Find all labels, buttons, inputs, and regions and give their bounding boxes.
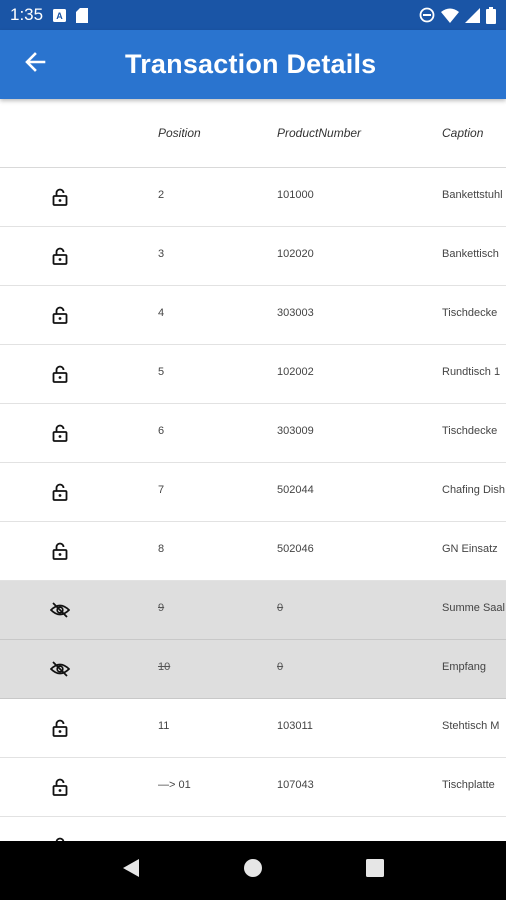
a-box-icon: A xyxy=(53,8,67,22)
cell-caption: Tischdecke xyxy=(442,425,498,437)
cell-position: 11 xyxy=(158,720,170,732)
table-row[interactable]: 4 303003 Tischdecke xyxy=(0,286,506,345)
lock-open-icon[interactable] xyxy=(50,187,70,207)
table-row[interactable]: 3 102020 Bankettisch xyxy=(0,227,506,286)
cell-position: 7 xyxy=(158,484,165,496)
lock-open-icon[interactable] xyxy=(50,777,70,797)
eye-off-icon[interactable] xyxy=(50,659,70,679)
signal-icon xyxy=(465,7,480,23)
cell-position: 9 xyxy=(158,602,165,614)
table-row[interactable]: 9 0 Summe Saal xyxy=(0,581,506,640)
battery-icon xyxy=(486,6,496,24)
lock-open-icon[interactable] xyxy=(50,246,70,266)
cell-caption: Empfang xyxy=(442,661,487,673)
cell-caption: Tischdecke xyxy=(442,307,498,319)
cell-position: 6 xyxy=(158,425,165,437)
status-bar: 1:35 A xyxy=(0,0,506,30)
cell-position: 5 xyxy=(158,366,165,378)
cell-position: 8 xyxy=(158,543,165,555)
cell-caption: Chafing Dish xyxy=(442,484,505,496)
cell-position: 3 xyxy=(158,248,165,260)
cell-product-number: 303009 xyxy=(277,425,314,437)
cell-product-number: 102020 xyxy=(277,248,314,260)
eye-off-icon[interactable] xyxy=(50,600,70,620)
table-row[interactable]: —> 01 107043 Tischplatte xyxy=(0,758,506,817)
back-triangle-icon xyxy=(122,858,140,883)
page-title: Transaction Details xyxy=(125,49,377,79)
sd-card-icon xyxy=(76,7,89,23)
cell-caption: Bankettisch xyxy=(442,248,499,260)
status-left: 1:35 A xyxy=(10,5,89,25)
table-row[interactable]: 11 103011 Stehtisch M xyxy=(0,699,506,758)
cell-product-number: 0 xyxy=(277,602,284,614)
status-right xyxy=(419,6,496,24)
cell-product-number: 101000 xyxy=(277,189,314,201)
lock-open-icon[interactable] xyxy=(50,482,70,502)
column-header-caption[interactable]: Caption xyxy=(442,126,483,140)
wifi-icon xyxy=(441,8,459,23)
lock-open-icon[interactable] xyxy=(50,541,70,561)
cell-caption: Rundtisch 1 xyxy=(442,366,501,378)
column-header-product-number[interactable]: ProductNumber xyxy=(277,126,361,140)
cell-product-number: 102002 xyxy=(277,366,314,378)
lock-open-icon[interactable] xyxy=(50,718,70,738)
table-header: Position ProductNumber Caption xyxy=(0,99,506,168)
cell-position: 4 xyxy=(158,307,165,319)
table-row[interactable] xyxy=(0,817,506,841)
svg-text:A: A xyxy=(56,11,63,21)
cell-caption: Summe Saal xyxy=(442,602,505,614)
cell-position: —> 01 xyxy=(158,779,191,791)
table-row[interactable]: 5 102002 Rundtisch 1 xyxy=(0,345,506,404)
arrow-left-icon xyxy=(24,51,46,78)
lock-open-icon[interactable] xyxy=(50,364,70,384)
recents-square-icon xyxy=(366,859,384,882)
cell-position: 2 xyxy=(158,189,165,201)
back-button[interactable] xyxy=(0,30,70,99)
system-nav-bar xyxy=(0,841,506,900)
nav-recents-button[interactable] xyxy=(355,851,395,891)
cell-caption: GN Einsatz xyxy=(442,543,498,555)
cell-product-number: 303003 xyxy=(277,307,314,319)
cell-caption: Bankettstuhl xyxy=(442,189,503,201)
cell-product-number: 0 xyxy=(277,661,284,673)
table-row[interactable]: 6 303009 Tischdecke xyxy=(0,404,506,463)
column-header-position[interactable]: Position xyxy=(158,126,201,140)
home-circle-icon xyxy=(243,858,263,883)
table-body: 2 101000 Bankettstuhl 3 102020 Bankettisch 4 30… xyxy=(0,168,506,841)
cell-product-number: 103011 xyxy=(277,720,313,732)
do-not-disturb-icon xyxy=(419,7,435,23)
transaction-table[interactable]: Position ProductNumber Caption 2 101000 Ba… xyxy=(0,99,506,841)
cell-product-number: 502044 xyxy=(277,484,314,496)
lock-open-icon[interactable] xyxy=(50,423,70,443)
nav-back-button[interactable] xyxy=(111,851,151,891)
status-time: 1:35 xyxy=(10,5,44,24)
cell-product-number: 502046 xyxy=(277,543,314,555)
cell-caption: Stehtisch M xyxy=(442,720,500,732)
lock-open-icon[interactable] xyxy=(50,305,70,325)
cell-product-number: 107043 xyxy=(277,779,314,791)
cell-position: 10 xyxy=(158,661,171,673)
table-row[interactable]: 7 502044 Chafing Dish xyxy=(0,463,506,522)
nav-home-button[interactable] xyxy=(233,851,273,891)
app-bar: Transaction Details xyxy=(0,30,506,99)
table-row[interactable]: 2 101000 Bankettstuhl xyxy=(0,168,506,227)
table-row[interactable]: 10 0 Empfang xyxy=(0,640,506,699)
cell-caption: Tischplatte xyxy=(442,779,495,791)
table-row[interactable]: 8 502046 GN Einsatz xyxy=(0,522,506,581)
